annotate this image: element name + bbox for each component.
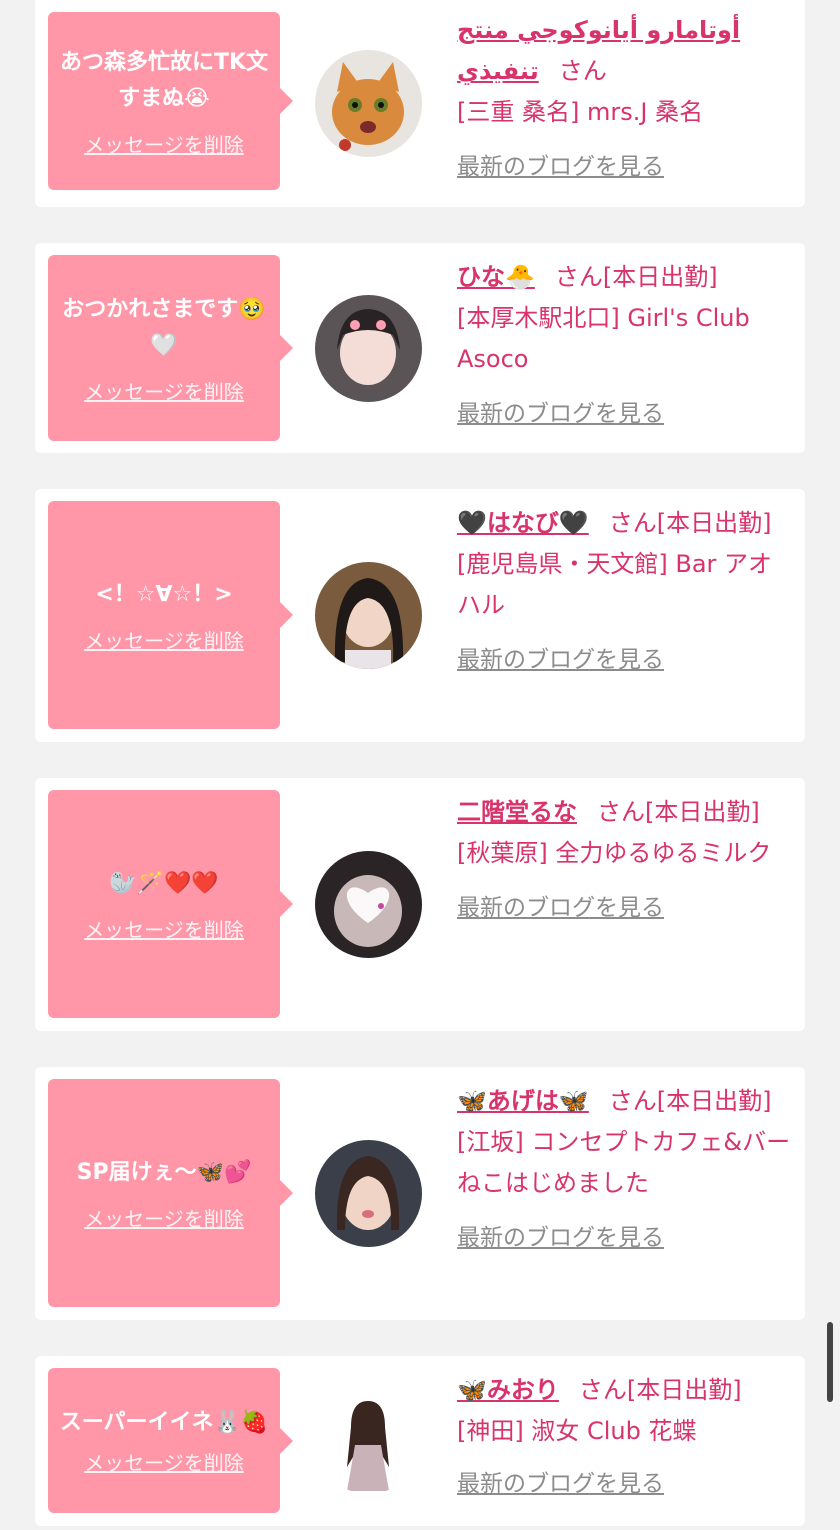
latest-blog-link[interactable]: 最新のブログを見る — [457, 1464, 792, 1505]
person-avatar-icon — [315, 1387, 422, 1494]
delete-message-link[interactable]: メッセージを削除 — [84, 914, 244, 943]
message-bubble: おつかれさまです🥹🤍 メッセージを削除 — [48, 255, 293, 441]
message-card: <！☆∀☆！> メッセージを削除 🖤はなび🖤 さん[本日出勤] [鹿児島県・天文館… — [35, 489, 805, 742]
cast-info: أوتامارو أيانوكوجي منتج تنفيذي さん [三重 桑名]… — [457, 10, 792, 188]
avatar[interactable] — [315, 50, 422, 157]
shop-label: [三重 桑名] mrs.J 桑名 — [457, 98, 704, 126]
cast-name-link[interactable]: 🦋みおり — [457, 1376, 559, 1404]
cast-name-link[interactable]: 🖤はなび🖤 — [457, 509, 589, 537]
honorific: さん — [608, 509, 657, 537]
person-avatar-icon — [315, 1140, 422, 1247]
cast-name-link[interactable]: ひな🐣 — [457, 263, 535, 291]
status-label: [本日出勤] — [602, 263, 718, 291]
delete-message-link[interactable]: メッセージを削除 — [84, 1447, 244, 1476]
avatar[interactable] — [315, 295, 422, 402]
latest-blog-link[interactable]: 最新のブログを見る — [457, 394, 792, 435]
status-label: [本日出勤] — [656, 509, 772, 537]
message-bubble: 🦭🪄❤️❤️ メッセージを削除 — [48, 790, 293, 1018]
scrollbar[interactable] — [827, 1322, 833, 1402]
honorific: さん — [554, 263, 603, 291]
avatar[interactable] — [315, 851, 422, 958]
message-bubble: SP届けぇ〜🦋💕 メッセージを削除 — [48, 1079, 293, 1307]
person-avatar-icon — [315, 295, 422, 402]
person-avatar-icon — [315, 562, 422, 669]
status-label: [本日出勤] — [626, 1376, 742, 1404]
message-bubble: スーパーイイネ🐰🍓 メッセージを削除 — [48, 1368, 293, 1513]
message-card: あつ森多忙故にTK文すまぬ😭 メッセージを削除 أوتامارو أيانوكو… — [35, 0, 805, 207]
delete-message-link[interactable]: メッセージを削除 — [84, 625, 244, 654]
message-text: スーパーイイネ🐰🍓 — [59, 1410, 269, 1435]
honorific: さん — [597, 798, 645, 826]
status-label: [本日出勤] — [645, 798, 760, 826]
shop-label: [鹿児島県・天文館] Bar アオハル — [457, 550, 773, 619]
message-bubble: <！☆∀☆！> メッセージを削除 — [48, 501, 293, 729]
message-card: スーパーイイネ🐰🍓 メッセージを削除 🦋みおり さん[本日出勤] [神田] 淑女 … — [35, 1356, 805, 1526]
cast-info: 🦋みおり さん[本日出勤] [神田] 淑女 Club 花蝶 最新のブログを見る — [457, 1370, 792, 1505]
avatar[interactable] — [315, 1140, 422, 1247]
cast-info: 🖤はなび🖤 さん[本日出勤] [鹿児島県・天文館] Bar アオハル 最新のブログ… — [457, 503, 792, 681]
cast-info: 🦋あげは🦋 さん[本日出勤] [江坂] コンセプトカフェ&バー ねこはじめました … — [457, 1081, 814, 1259]
message-text: あつ森多忙故にTK文すまぬ😭 — [59, 49, 269, 111]
honorific: さん — [558, 57, 607, 85]
message-text: 🦭🪄❤️❤️ — [109, 870, 219, 896]
cast-name-link[interactable]: 🦋あげは🦋 — [457, 1087, 589, 1115]
message-text: おつかれさまです🥹🤍 — [62, 296, 266, 358]
cat-avatar-icon — [315, 50, 422, 157]
cast-info: 二階堂るな さん[本日出勤] [秋葉原] 全力ゆるゆるミルク 最新のブログを見る — [457, 792, 792, 929]
latest-blog-link[interactable]: 最新のブログを見る — [457, 640, 792, 681]
latest-blog-link[interactable]: 最新のブログを見る — [457, 147, 792, 188]
delete-message-link[interactable]: メッセージを削除 — [84, 376, 244, 405]
latest-blog-link[interactable]: 最新のブログを見る — [457, 888, 792, 929]
message-text: <！☆∀☆！> — [95, 581, 233, 607]
cast-name-link[interactable]: 二階堂るな — [457, 798, 577, 826]
shop-label: [秋葉原] 全力ゆるゆるミルク — [457, 839, 772, 867]
person-avatar-icon — [315, 851, 422, 958]
honorific: さん — [608, 1087, 657, 1115]
delete-message-link[interactable]: メッセージを削除 — [84, 1203, 244, 1232]
message-card: 🦭🪄❤️❤️ メッセージを削除 二階堂るな さん[本日出勤] [秋葉原] 全力ゆる… — [35, 778, 805, 1031]
delete-message-link[interactable]: メッセージを削除 — [84, 129, 244, 158]
shop-label: [江坂] コンセプトカフェ&バー ねこはじめました — [457, 1128, 815, 1197]
cast-info: ひな🐣 さん[本日出勤] [本厚木駅北口] Girl's Club Asoco 最… — [457, 257, 792, 435]
latest-blog-link[interactable]: 最新のブログを見る — [457, 1218, 792, 1259]
shop-label: [神田] 淑女 Club 花蝶 — [457, 1417, 697, 1445]
message-text: SP届けぇ〜🦋💕 — [76, 1159, 252, 1185]
message-bubble: あつ森多忙故にTK文すまぬ😭 メッセージを削除 — [48, 12, 293, 190]
avatar[interactable] — [315, 562, 422, 669]
shop-label: [本厚木駅北口] Girl's Club Asoco — [457, 304, 750, 373]
status-label: [本日出勤] — [656, 1087, 772, 1115]
avatar[interactable] — [315, 1387, 422, 1494]
honorific: さん — [578, 1376, 627, 1404]
message-card: おつかれさまです🥹🤍 メッセージを削除 ひな🐣 さん[本日出勤] [本厚木駅北口]… — [35, 243, 805, 453]
message-card: SP届けぇ〜🦋💕 メッセージを削除 🦋あげは🦋 さん[本日出勤] [江坂] コンセ… — [35, 1067, 814, 1320]
